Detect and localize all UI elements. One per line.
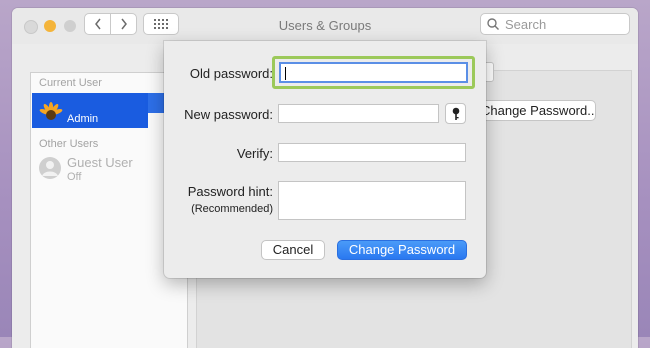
user-silhouette-icon bbox=[42, 161, 58, 176]
guest-user-name[interactable]: Guest User bbox=[67, 155, 133, 170]
cancel-button[interactable]: Cancel bbox=[261, 240, 325, 260]
verify-label: Verify: bbox=[236, 146, 273, 161]
old-password-label: Old password: bbox=[189, 66, 273, 81]
text-caret bbox=[285, 67, 286, 80]
new-password-field[interactable] bbox=[278, 104, 439, 123]
guest-user-avatar bbox=[39, 157, 61, 179]
current-user-role: Admin bbox=[67, 113, 99, 125]
search-icon bbox=[487, 18, 499, 30]
password-hint-field[interactable] bbox=[278, 181, 466, 220]
sunflower-avatar bbox=[39, 102, 63, 120]
old-password-field[interactable] bbox=[279, 62, 468, 83]
password-hint-label: Password hint: bbox=[187, 184, 273, 199]
title-bar: Users & Groups Search bbox=[12, 8, 638, 44]
change-password-sheet: Old password: New password: Verify: Pass… bbox=[164, 41, 486, 278]
other-users-heading: Other Users bbox=[39, 138, 99, 150]
password-assistant-button[interactable] bbox=[445, 103, 466, 124]
search-field[interactable]: Search bbox=[480, 13, 630, 35]
key-icon bbox=[452, 107, 459, 120]
current-user-heading: Current User bbox=[39, 77, 102, 89]
background-change-password-button[interactable]: Change Password... bbox=[470, 100, 596, 121]
change-password-button[interactable]: Change Password bbox=[337, 240, 467, 260]
new-password-label: New password: bbox=[184, 107, 273, 122]
verify-field[interactable] bbox=[278, 143, 466, 162]
search-placeholder: Search bbox=[505, 16, 547, 32]
guest-user-status: Off bbox=[67, 171, 82, 183]
password-hint-sublabel: (Recommended) bbox=[191, 203, 273, 215]
